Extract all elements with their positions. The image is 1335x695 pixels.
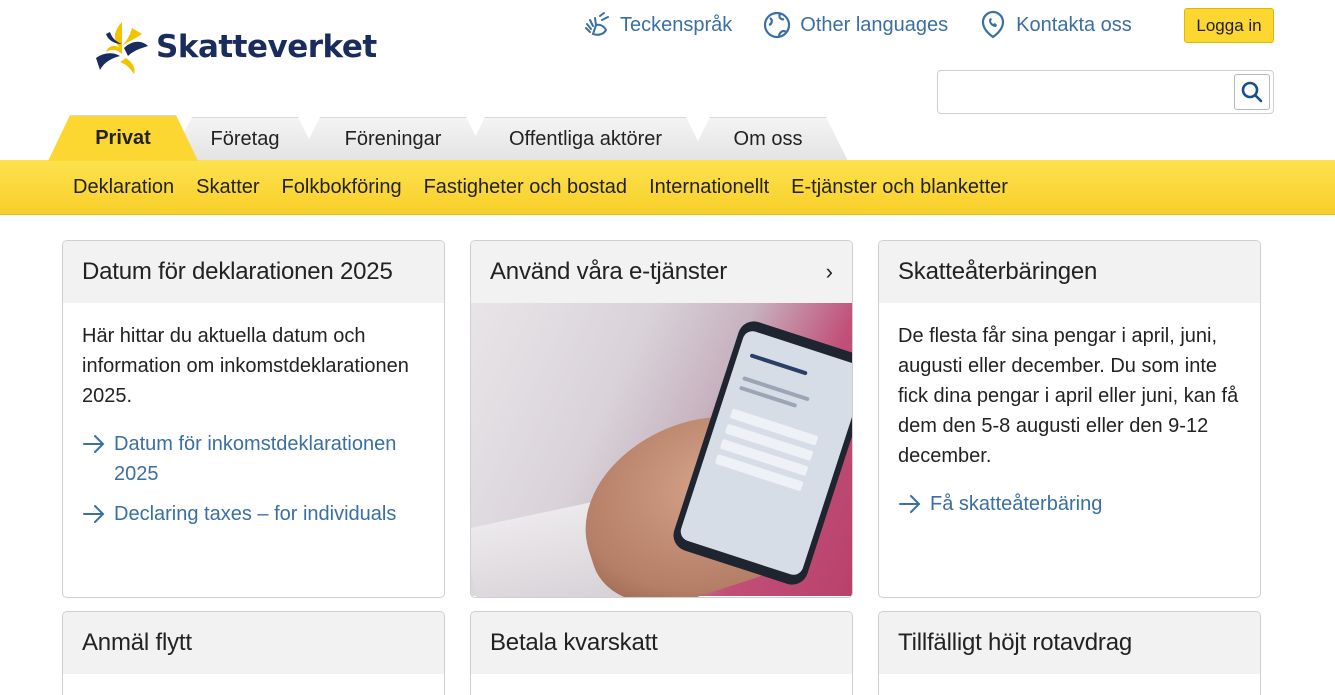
main-tabs: Om oss Offentliga aktörer Föreningar För… — [48, 115, 858, 161]
card-rotavdrag: Tillfälligt höjt rotavdrag — [878, 611, 1261, 695]
arrow-right-icon — [83, 435, 105, 453]
card-anmal-flytt: Anmäl flytt — [62, 611, 445, 695]
card-link-skatteaterbaring[interactable]: Få skatteåterbäring — [898, 489, 1241, 519]
logo[interactable]: Skatteverket — [92, 18, 377, 76]
card-header[interactable]: Datum för deklarationen 2025 — [63, 241, 444, 303]
search-icon — [1241, 81, 1263, 103]
card-skatteaterbaring: Skatteåterbäringen De flesta får sina pe… — [878, 240, 1261, 598]
subnav-skatter[interactable]: Skatter — [196, 176, 259, 199]
card-betala-kvarskatt: Betala kvarskatt — [470, 611, 853, 695]
contact-link[interactable]: Kontakta oss — [978, 10, 1132, 40]
logo-icon — [96, 22, 148, 74]
card-link-declaring-taxes[interactable]: Declaring taxes – for individuals — [82, 499, 425, 529]
card-header[interactable]: Anmäl flytt — [63, 612, 444, 674]
tab-privat[interactable]: Privat — [48, 115, 198, 161]
tab-foreningar[interactable]: Föreningar — [298, 117, 488, 161]
arrow-right-icon — [83, 505, 105, 523]
card-body: De flesta får sina pengar i april, juni,… — [879, 303, 1260, 537]
chevron-right-icon: › — [825, 259, 833, 284]
arrow-right-icon — [899, 495, 921, 513]
contact-icon — [982, 10, 1005, 39]
subnav-internationellt[interactable]: Internationellt — [649, 176, 769, 199]
card-title: Datum för deklarationen 2025 — [82, 258, 393, 285]
card-header[interactable]: Skatteåterbäringen — [879, 241, 1260, 303]
subnav-fastigheter[interactable]: Fastigheter och bostad — [424, 176, 627, 199]
card-title: Tillfälligt höjt rotavdrag — [898, 629, 1133, 656]
card-title: Skatteåterbäringen — [898, 258, 1098, 285]
card-header[interactable]: Tillfälligt höjt rotavdrag — [879, 612, 1260, 674]
search-button[interactable] — [1234, 74, 1270, 110]
card-body: Här hittar du aktuella datum och informa… — [63, 303, 444, 547]
login-button[interactable]: Logga in — [1184, 8, 1274, 43]
sign-language-icon — [585, 12, 609, 36]
sign-language-link[interactable]: Teckenspråk — [582, 10, 732, 40]
phone-photo — [471, 303, 852, 597]
sub-navigation: Deklaration Skatter Folkbokföring Fastig… — [0, 160, 1335, 215]
subnav-deklaration[interactable]: Deklaration — [73, 176, 174, 199]
other-languages-link[interactable]: Other languages — [762, 10, 948, 40]
card-title: Använd våra e-tjänster — [490, 258, 728, 285]
search-input[interactable] — [944, 76, 1234, 108]
card-title: Betala kvarskatt — [490, 629, 658, 656]
subnav-e-tjanster[interactable]: E-tjänster och blanketter — [791, 176, 1008, 199]
logo-text: Skatteverket — [156, 29, 377, 65]
globe-icon — [764, 11, 791, 39]
card-header[interactable]: Använd våra e-tjänster › — [471, 241, 852, 303]
tab-om-oss[interactable]: Om oss — [688, 117, 848, 161]
card-text: De flesta får sina pengar i april, juni,… — [898, 325, 1239, 467]
tab-offentliga-aktorer[interactable]: Offentliga aktörer — [463, 117, 708, 161]
top-links: Teckenspråk Other languages Kontakta oss — [582, 8, 1162, 42]
card-link-datum[interactable]: Datum för inkomstdeklarationen 2025 — [82, 429, 425, 489]
card-text: Här hittar du aktuella datum och informa… — [82, 325, 409, 407]
card-title: Anmäl flytt — [82, 629, 192, 656]
search-box — [937, 70, 1274, 114]
card-header[interactable]: Betala kvarskatt — [471, 612, 852, 674]
card-deklaration-datum: Datum för deklarationen 2025 Här hittar … — [62, 240, 445, 598]
card-e-tjanster[interactable]: Använd våra e-tjänster › — [470, 240, 853, 598]
subnav-folkbokforing[interactable]: Folkbokföring — [282, 176, 402, 199]
